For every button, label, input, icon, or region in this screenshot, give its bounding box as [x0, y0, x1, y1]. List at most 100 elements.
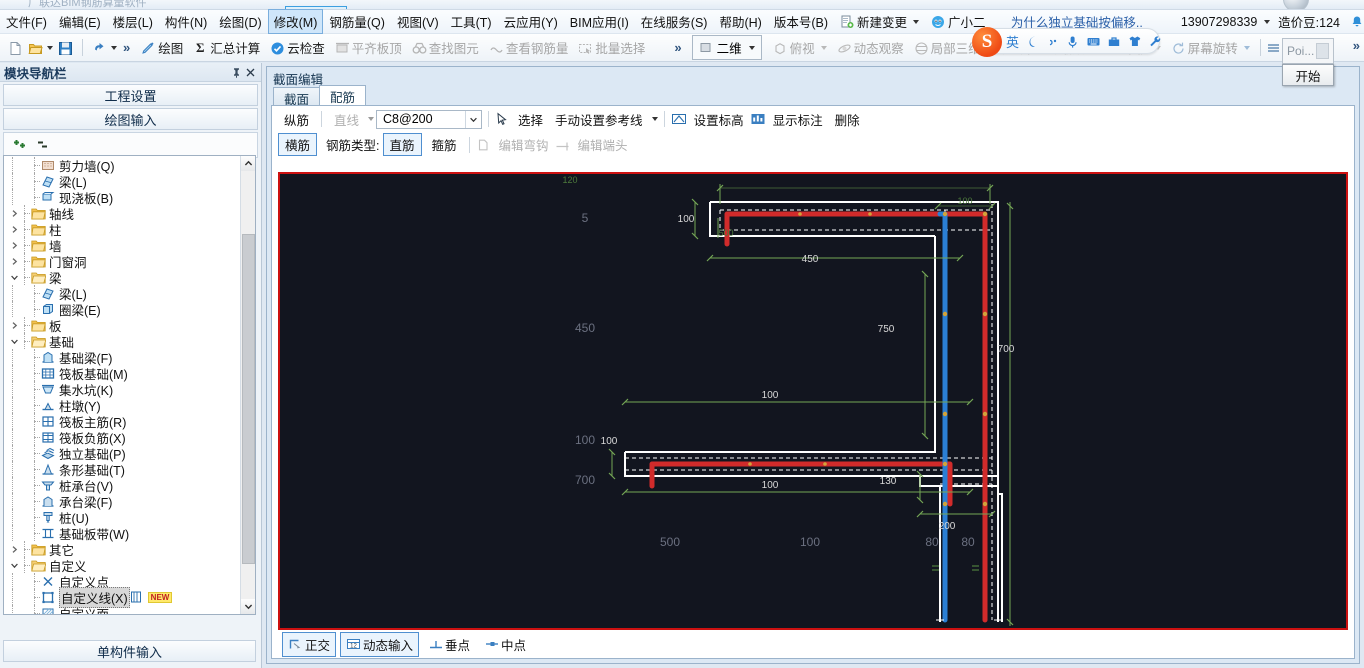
open-folder-icon[interactable]	[28, 41, 43, 55]
undo-icon[interactable]	[91, 41, 105, 55]
toolbar-screen-rotate-button[interactable]: 屏幕旋转	[1166, 36, 1255, 59]
tree-scroll-up-button[interactable]	[241, 156, 255, 171]
close-icon[interactable]	[243, 65, 257, 79]
toolbar-summary-button[interactable]: Σ 汇总计算	[188, 36, 265, 59]
menu-item-online-service[interactable]: 在线服务(S)	[635, 9, 714, 34]
tree-expand-chevron-icon[interactable]	[8, 207, 20, 219]
straight-rebar-button[interactable]: 直筋	[382, 133, 422, 156]
tree-scroll-thumb[interactable]	[242, 234, 255, 564]
save-icon[interactable]	[58, 41, 72, 55]
tree-expand-chevron-icon[interactable]	[8, 319, 20, 331]
tree-item-7[interactable]: 梁	[4, 269, 242, 286]
tree-expand-chevron-icon[interactable]	[8, 543, 20, 555]
stirrup-button[interactable]: 箍筋	[426, 133, 463, 156]
tree-item-25[interactable]: 自定义	[4, 557, 242, 574]
toolbar-overflow-right[interactable]: »	[1353, 38, 1360, 53]
tree-collapse-chevron-icon[interactable]	[8, 559, 20, 571]
menu-item-modify[interactable]: 修改(M)	[267, 9, 324, 34]
menu-item-help[interactable]: 帮助(H)	[713, 9, 767, 34]
edit-hook-button[interactable]: 编辑弯钩	[493, 133, 555, 156]
select-tool-button[interactable]: 选择	[512, 108, 549, 131]
toolbar-draw-button[interactable]: 绘图	[136, 36, 188, 59]
tree-item-21[interactable]: 承台梁(F)	[4, 493, 242, 510]
tree-item-4[interactable]: 柱	[4, 221, 242, 238]
tree-item-19[interactable]: 条形基础(T)	[4, 461, 242, 478]
delete-button[interactable]: 删除	[829, 108, 866, 131]
tree-item-11[interactable]: 基础	[4, 333, 242, 350]
tree-expand-chevron-icon[interactable]	[8, 223, 20, 235]
collapse-all-icon[interactable]	[36, 138, 50, 152]
mic-icon[interactable]	[1066, 34, 1079, 48]
comma-icon[interactable]	[1046, 34, 1059, 48]
sidebar-button-drawing-input[interactable]: 绘图输入	[3, 108, 258, 130]
ime-mode-label[interactable]: 英	[1006, 32, 1019, 51]
tree-scrollbar[interactable]	[240, 156, 255, 614]
toolbar-align-slab-button[interactable]: 平齐板顶	[330, 36, 407, 59]
account-chevron-down-icon[interactable]	[1264, 19, 1271, 24]
show-dimension-button[interactable]: 显示标注	[767, 108, 829, 131]
tree-item-14[interactable]: 集水坑(K)	[4, 381, 242, 398]
tree-expand-chevron-icon[interactable]	[8, 255, 20, 267]
cad-drawing-canvas[interactable]: .gl{stroke:#585d6b;stroke-width:1;fill:n…	[278, 172, 1348, 630]
toolbar-batch-select-button[interactable]: 批量选择	[573, 36, 650, 59]
moon-icon[interactable]	[1026, 34, 1039, 48]
tree-item-9[interactable]: 圈梁(E)	[4, 301, 242, 318]
menu-item-draw[interactable]: 绘图(D)	[213, 9, 267, 34]
toolbox-icon[interactable]	[1107, 34, 1121, 48]
transverse-rebar-button[interactable]: 横筋	[278, 133, 318, 156]
toolbar-view-rebar-button[interactable]: 查看钢筋量	[484, 36, 574, 59]
view-mode-chevron-down-icon[interactable]	[748, 45, 755, 50]
status-midpoint-toggle[interactable]: 中点	[479, 633, 531, 656]
shirt-icon[interactable]	[1128, 34, 1141, 48]
longitudinal-rebar-button[interactable]: 纵筋	[278, 108, 315, 131]
open-chevron-down-icon[interactable]	[47, 45, 53, 50]
tree-expand-chevron-icon[interactable]	[8, 239, 20, 251]
menu-item-floor[interactable]: 楼层(L)	[107, 9, 159, 34]
start-button[interactable]: 开始	[1282, 64, 1334, 86]
bell-icon[interactable]	[1350, 15, 1364, 29]
tree-item-3[interactable]: 轴线	[4, 205, 242, 222]
tree-item-24[interactable]: 其它	[4, 541, 242, 558]
menu-item-file[interactable]: 文件(F)	[0, 9, 53, 34]
tab-section[interactable]: 截面	[273, 87, 321, 107]
menu-item-component[interactable]: 构件(N)	[159, 9, 213, 34]
new-file-icon[interactable]	[8, 41, 22, 55]
toolbar-overflow-left[interactable]: »	[117, 40, 136, 55]
menu-item-edit[interactable]: 编辑(E)	[53, 9, 107, 34]
line-type-chevron-down-icon[interactable]	[368, 117, 375, 121]
tree-item-0[interactable]: 剪力墙(Q)	[4, 157, 242, 174]
tree-item-10[interactable]: 板	[4, 317, 242, 334]
tree-item-2[interactable]: 现浇板(B)	[4, 189, 242, 206]
pin-icon[interactable]	[229, 65, 243, 79]
tree-item-20[interactable]: 桩承台(V)	[4, 477, 242, 494]
top-view-chevron-down-icon[interactable]	[820, 45, 827, 50]
edit-end-button[interactable]: 编辑端头	[572, 133, 634, 156]
tree-item-5[interactable]: 墙	[4, 237, 242, 254]
sidebar-button-project-settings[interactable]: 工程设置	[3, 84, 258, 106]
tree-scroll-down-button[interactable]	[241, 599, 255, 614]
tree-item-23[interactable]: 基础板带(W)	[4, 525, 242, 542]
toolbar-orbit-button[interactable]: 动态观察	[832, 36, 909, 59]
toolbar-top-view-button[interactable]: 俯视	[768, 36, 832, 59]
screen-rotate-chevron-down-icon[interactable]	[1243, 45, 1250, 50]
status-perpendicular-toggle[interactable]: 垂点	[423, 633, 475, 656]
manual-reference-line-button[interactable]: 手动设置参考线	[549, 108, 649, 131]
account-phone[interactable]: 13907298339	[1177, 12, 1261, 32]
menu-item-bim[interactable]: BIM应用(I)	[564, 9, 635, 34]
rebar-spec-chevron-down-icon[interactable]	[465, 110, 481, 128]
tree-item-6[interactable]: 门窗洞	[4, 253, 242, 270]
component-tree[interactable]: 剪力墙(Q) 梁(L) 现浇板(B) 轴线柱墙门窗洞梁梁(L) 圈梁(E) 板基础 基础梁(…	[3, 155, 256, 615]
menu-item-version[interactable]: 版本号(B)	[768, 9, 834, 34]
toolbar-overflow-mid[interactable]: »	[668, 40, 687, 55]
set-elevation-button[interactable]: 设置标高	[688, 108, 750, 131]
sogou-logo-icon[interactable]: S	[972, 27, 1002, 57]
reference-line-chevron-down-icon[interactable]	[651, 117, 658, 121]
tree-item-1[interactable]: 梁(L)	[4, 173, 242, 190]
sidebar-button-single-component-input[interactable]: 单构件输入	[3, 640, 256, 662]
toolbar-find-element-button[interactable]: 查找图元	[407, 36, 484, 59]
tab-rebar[interactable]: 配筋	[319, 85, 367, 105]
new-change-button[interactable]: 新建变更	[834, 9, 925, 34]
line-type-label[interactable]: 直线	[328, 108, 365, 131]
layers-icon[interactable]	[1266, 41, 1280, 55]
rebar-spec-combobox[interactable]: C8@200	[376, 109, 483, 129]
